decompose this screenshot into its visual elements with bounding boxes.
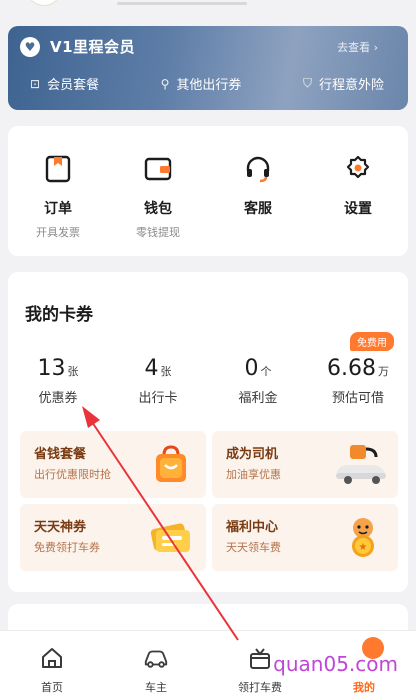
stat-coupons[interactable]: 13 张 优惠券 xyxy=(8,356,108,406)
gift-icon xyxy=(247,645,273,671)
tab-label: 车主 xyxy=(145,681,167,694)
scroll-handle xyxy=(117,2,247,5)
stat-unit: 万 xyxy=(377,365,389,378)
shield-icon: ⛉ xyxy=(302,76,312,90)
member-more-link[interactable]: 去查看 › xyxy=(337,39,378,55)
tile-welfare-center[interactable]: 福利中心 天天领车费 ★ xyxy=(212,504,398,571)
member-item-other-coupon[interactable]: ⚲ 其他出行券 xyxy=(160,74,242,94)
service-wallet-sub: 零钱提现 xyxy=(136,226,180,239)
service-settings-label: 设置 xyxy=(344,201,372,217)
service-support[interactable]: 客服 xyxy=(208,126,308,256)
member-item-package[interactable]: ⊡ 会员套餐 xyxy=(30,74,99,94)
tile-daily-coupon[interactable]: 天天神券 免费领打车券 xyxy=(20,504,206,571)
stat-label: 出行卡 xyxy=(138,391,178,406)
ticket-icon xyxy=(150,523,190,552)
member-item-insurance[interactable]: ⛉ 行程意外险 xyxy=(303,74,384,93)
service-settings[interactable]: 设置 xyxy=(308,126,408,256)
stat-unit: 张 xyxy=(160,365,172,378)
tab-owner[interactable]: 车主 xyxy=(104,631,208,698)
bike-icon: ⚲ xyxy=(160,76,170,91)
headset-icon xyxy=(243,154,273,184)
stat-label: 优惠券 xyxy=(38,391,78,406)
wallet-icon xyxy=(143,154,173,184)
service-wallet[interactable]: 钱包 零钱提现 xyxy=(108,126,208,256)
tab-label: 首页 xyxy=(41,681,63,694)
order-icon xyxy=(43,154,73,184)
member-title: V1里程会员 xyxy=(50,38,136,56)
stat-number: 6.68 xyxy=(327,356,376,381)
tab-label: 我的 xyxy=(353,681,375,694)
coupons-title: 我的卡券 xyxy=(25,305,93,325)
gear-icon xyxy=(343,154,373,184)
home-icon xyxy=(39,645,65,671)
stat-number: 0 xyxy=(244,356,259,381)
free-badge: 免费用 xyxy=(350,332,394,351)
car-icon xyxy=(143,645,169,671)
stat-travel-cards[interactable]: 4张 出行卡 xyxy=(108,356,208,406)
service-order-sub: 开具发票 xyxy=(36,226,80,239)
tab-home[interactable]: 首页 xyxy=(0,631,104,698)
tile-become-driver[interactable]: 成为司机 加油享优惠 xyxy=(212,431,398,498)
stat-welfare[interactable]: 0个 福利金 xyxy=(208,356,308,406)
stat-label: 预估可借 xyxy=(331,391,384,406)
services-card: 订单 开具发票 钱包 零钱提现 客服 设置 xyxy=(8,126,408,256)
watermark: quan05.com xyxy=(273,652,398,676)
svg-text:★: ★ xyxy=(359,542,368,553)
stat-loan[interactable]: 6.68 万 预估可借 xyxy=(308,356,408,406)
service-support-label: 客服 xyxy=(244,201,272,217)
service-order[interactable]: 订单 开具发票 xyxy=(8,126,108,256)
service-order-label: 订单 xyxy=(44,201,72,217)
shopping-bag-icon xyxy=(156,445,186,482)
service-wallet-label: 钱包 xyxy=(144,201,172,217)
avatar-edge xyxy=(26,0,62,6)
stat-number: 4 xyxy=(144,356,159,381)
stat-label: 福利金 xyxy=(238,391,278,406)
tile-saving-package[interactable]: 省钱套餐 出行优惠限时抢 xyxy=(20,431,206,498)
tab-label: 领打车费 xyxy=(238,681,282,694)
member-card[interactable]: ♥ V1里程会员 去查看 › ⊡ 会员套餐 ⚲ 其他出行券 ⛉ 行程意外险 xyxy=(8,26,408,110)
stat-number: 13 xyxy=(37,356,66,381)
member-logo-icon: ♥ xyxy=(20,36,40,57)
tiger-coin-icon: ★ xyxy=(352,518,374,557)
car-fuel-icon xyxy=(336,445,386,484)
stat-unit: 张 xyxy=(67,365,79,378)
stat-unit: 个 xyxy=(260,365,272,378)
top-strip xyxy=(0,0,416,20)
coupons-card: 我的卡券 免费用 13 张 优惠券 4张 出行卡 0个 福利金 6.68 万 预估可… xyxy=(8,272,408,592)
ticket-icon: ⊡ xyxy=(30,76,41,91)
